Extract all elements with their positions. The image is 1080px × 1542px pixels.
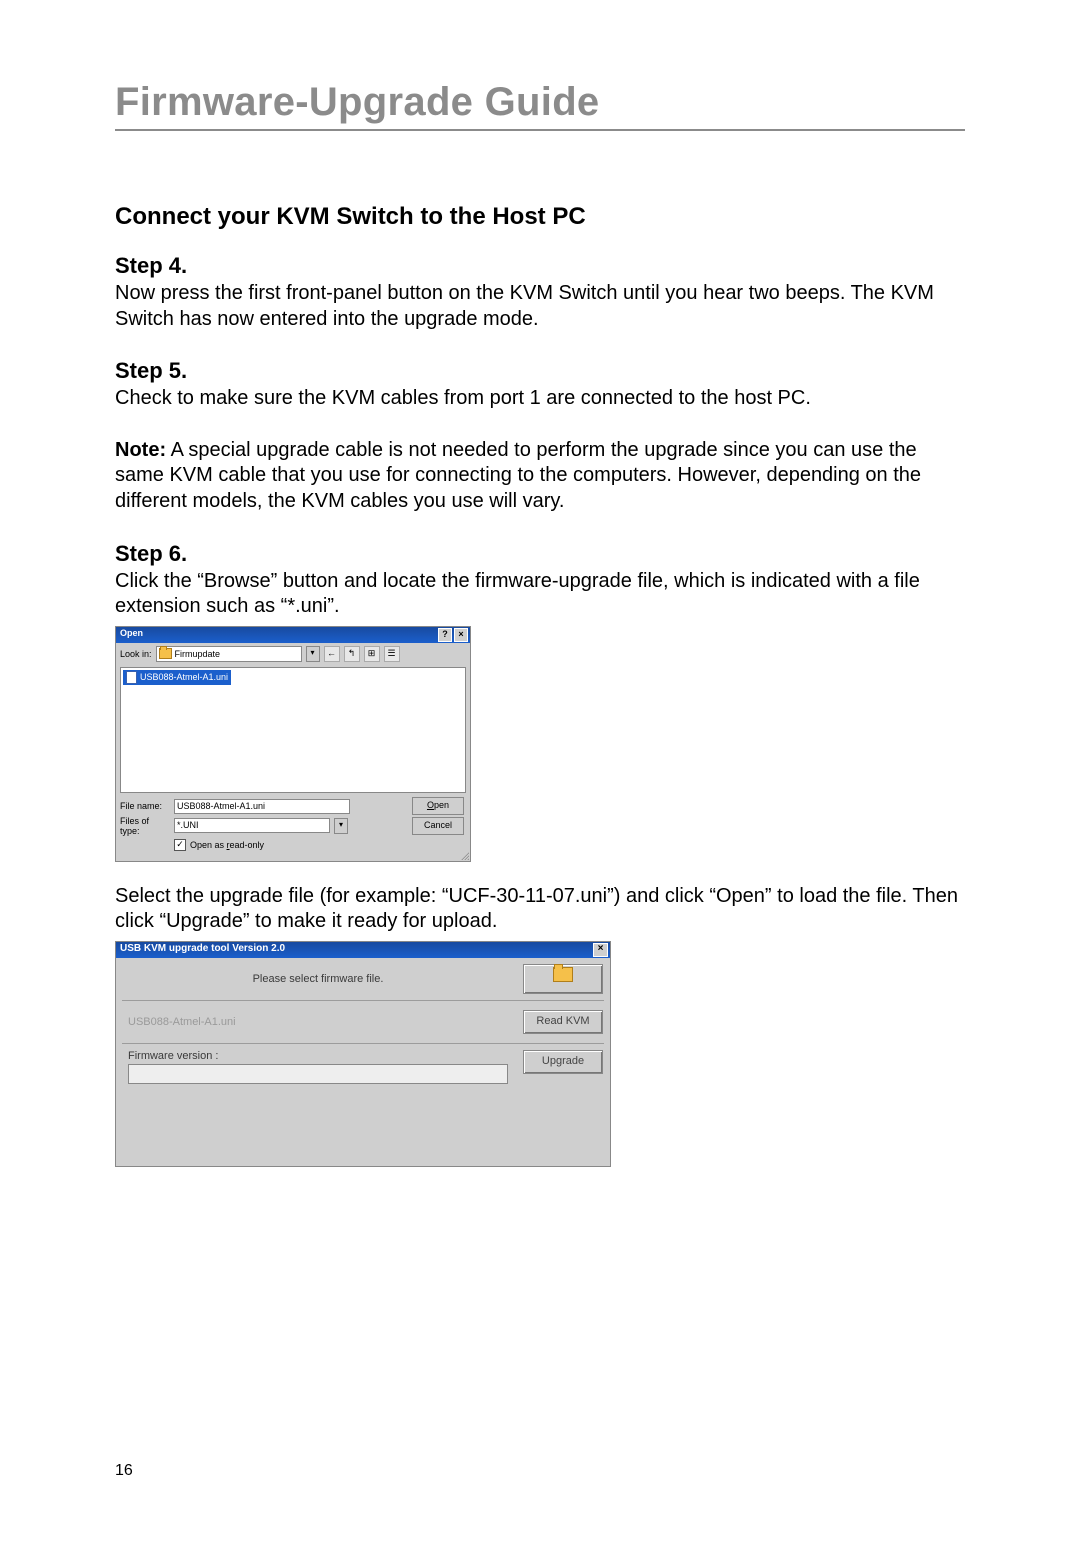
page-number: 16: [115, 1462, 133, 1480]
folder-icon: [553, 967, 573, 982]
files-of-type-dropdown[interactable]: *.UNI: [174, 818, 330, 833]
step4-heading: Step 4.: [115, 253, 965, 279]
step4-body: Now press the first front-panel button o…: [115, 281, 965, 332]
cancel-button[interactable]: Cancel: [412, 817, 464, 835]
firmware-version-box: [128, 1064, 508, 1084]
look-in-dropdown-button[interactable]: ▾: [306, 646, 320, 662]
loaded-file-text: USB088-Atmel-A1.uni: [116, 1016, 516, 1028]
browse-button[interactable]: [523, 964, 603, 994]
files-of-type-dropdown-button[interactable]: ▾: [334, 818, 348, 834]
upgrade-title-text: USB KVM upgrade tool Version 2.0: [120, 943, 285, 954]
step6-body1: Click the “Browse” button and locate the…: [115, 569, 965, 620]
upgrade-title-bar: USB KVM upgrade tool Version 2.0 ×: [116, 942, 610, 958]
resize-grip-icon[interactable]: [459, 850, 469, 860]
dialog-toolbar: Look in: Firmupdate ▾ ← ↰ ⊞ ☰: [116, 643, 470, 665]
upgrade-tool-window: USB KVM upgrade tool Version 2.0 × Pleas…: [115, 941, 611, 1167]
views-icon[interactable]: ☰: [384, 646, 400, 662]
read-kvm-button[interactable]: Read KVM: [523, 1010, 603, 1034]
readonly-checkbox[interactable]: ✓: [174, 839, 186, 851]
title-rule: [115, 129, 965, 131]
file-name-label: File name:: [120, 801, 170, 811]
open-file-dialog: Open ? × Look in: Firmupdate ▾ ← ↰ ⊞ ☰ U…: [115, 626, 471, 862]
look-in-value: Firmupdate: [175, 649, 221, 659]
folder-icon: [159, 648, 172, 659]
dialog-title-text: Open: [120, 628, 143, 638]
close-icon[interactable]: ×: [454, 628, 468, 642]
look-in-dropdown[interactable]: Firmupdate: [156, 646, 302, 662]
step6-body2: Select the upgrade file (for example: “U…: [115, 884, 965, 935]
file-icon: [126, 671, 137, 684]
upgrade-button[interactable]: Upgrade: [523, 1050, 603, 1074]
firmware-version-area: Firmware version :: [116, 1050, 516, 1084]
new-folder-icon[interactable]: ⊞: [364, 646, 380, 662]
select-firmware-prompt: Please select firmware file.: [116, 973, 516, 985]
close-icon[interactable]: ×: [593, 943, 608, 957]
note-label: Note:: [115, 439, 166, 461]
readonly-label: Open as read-only: [190, 840, 264, 850]
selected-file-item[interactable]: USB088-Atmel-A1.uni: [123, 670, 231, 685]
dialog-title-bar: Open ? ×: [116, 627, 470, 643]
note-body: A special upgrade cable is not needed to…: [115, 439, 921, 512]
files-of-type-label: Files of type:: [120, 816, 170, 836]
open-button[interactable]: Open: [412, 797, 464, 815]
file-name-input[interactable]: USB088-Atmel-A1.uni: [174, 799, 350, 814]
step5-note: Note: A special upgrade cable is not nee…: [115, 438, 965, 515]
back-icon[interactable]: ←: [324, 646, 340, 662]
page-title: Firmware-Upgrade Guide: [115, 80, 965, 125]
step5-body: Check to make sure the KVM cables from p…: [115, 386, 965, 412]
firmware-version-label: Firmware version :: [128, 1050, 508, 1062]
up-one-level-icon[interactable]: ↰: [344, 646, 360, 662]
section-title: Connect your KVM Switch to the Host PC: [115, 203, 965, 231]
step5-heading: Step 5.: [115, 358, 965, 384]
look-in-label: Look in:: [120, 649, 152, 659]
step6-heading: Step 6.: [115, 541, 965, 567]
file-list-area[interactable]: USB088-Atmel-A1.uni: [120, 667, 466, 793]
selected-file-name: USB088-Atmel-A1.uni: [140, 672, 228, 682]
help-icon[interactable]: ?: [438, 628, 452, 642]
